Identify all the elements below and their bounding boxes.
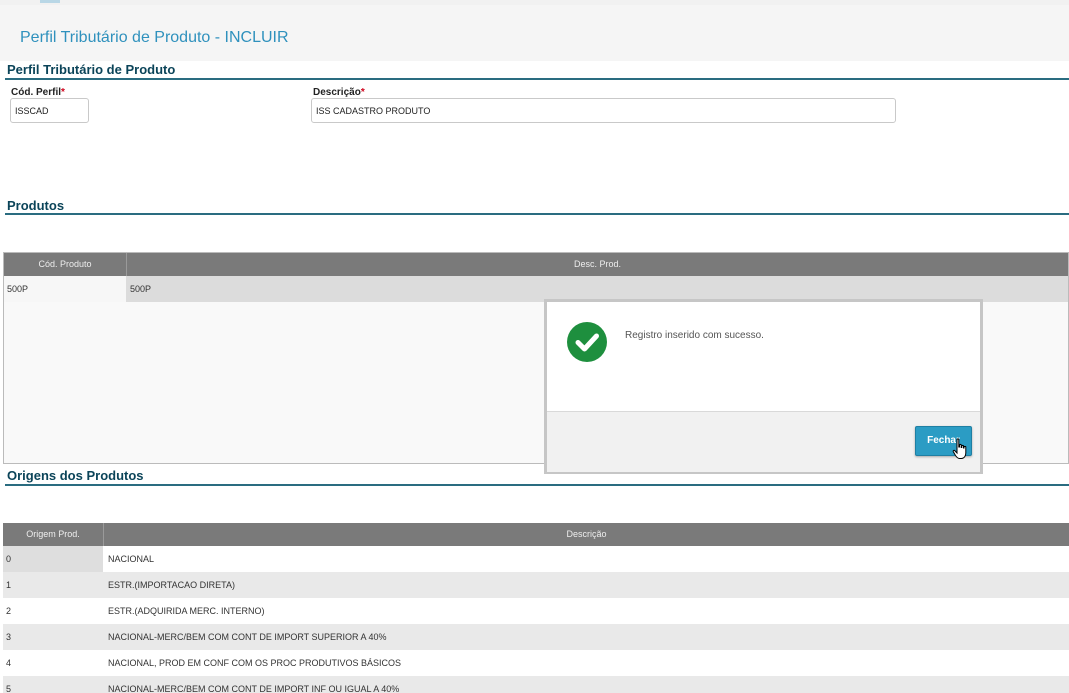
section-title-origens: Origens dos Produtos — [7, 468, 144, 483]
top-tab-indicator — [40, 0, 60, 3]
cell-descricao: NACIONAL, PROD EM CONF COM OS PROC PRODU… — [103, 650, 1069, 676]
cell-descricao: NACIONAL-MERC/BEM COM CONT DE IMPORT INF… — [103, 676, 1069, 693]
cell-cod-produto: 500P — [4, 276, 126, 302]
section-divider — [5, 78, 1069, 80]
col-header-descricao[interactable]: Descrição — [104, 523, 1069, 546]
required-mark: * — [360, 87, 365, 98]
section-divider — [5, 213, 1069, 215]
section-title-perfil: Perfil Tributário de Produto — [7, 62, 176, 77]
cell-origem: 0 — [3, 546, 103, 572]
cell-descricao: ESTR.(ADQUIRIDA MERC. INTERNO) — [103, 598, 1069, 624]
descricao-label-text: Descrição — [313, 87, 361, 98]
col-header-desc-prod[interactable]: Desc. Prod. — [127, 253, 1068, 276]
dialog-footer: Fechar — [547, 411, 980, 472]
page-title: Perfil Tributário de Produto - INCLUIR — [20, 29, 289, 46]
success-dialog: Registro inserido com sucesso. Fechar — [544, 299, 983, 474]
table-row[interactable]: 0 NACIONAL — [3, 546, 1069, 572]
table-row[interactable]: 5 NACIONAL-MERC/BEM COM CONT DE IMPORT I… — [3, 676, 1069, 693]
cell-descricao: NACIONAL-MERC/BEM COM CONT DE IMPORT SUP… — [103, 624, 1069, 650]
page-header: Perfil Tributário de Produto - INCLUIR — [0, 5, 1069, 61]
cell-origem: 2 — [3, 598, 103, 624]
cell-origem: 5 — [3, 676, 103, 693]
section-divider — [5, 484, 1069, 486]
success-check-icon — [567, 322, 607, 362]
dialog-message: Registro inserido com sucesso. — [625, 330, 764, 341]
col-header-origem-prod[interactable]: Origem Prod. — [3, 523, 103, 546]
required-mark: * — [61, 87, 65, 98]
cell-origem: 3 — [3, 624, 103, 650]
table-row[interactable]: 1 ESTR.(IMPORTACAO DIRETA) — [3, 572, 1069, 598]
cell-descricao: NACIONAL — [103, 546, 1069, 572]
hand-cursor-icon — [952, 438, 968, 460]
section-title-produtos: Produtos — [7, 198, 65, 213]
cell-origem: 4 — [3, 650, 103, 676]
cell-origem: 1 — [3, 572, 103, 598]
col-header-cod-produto[interactable]: Cód. Produto — [4, 253, 126, 276]
table-row[interactable]: 4 NACIONAL, PROD EM CONF COM OS PROC PRO… — [3, 650, 1069, 676]
origens-grid-header: Origem Prod. Descrição — [3, 523, 1069, 546]
descricao-input[interactable]: ISS CADASTRO PRODUTO — [311, 98, 896, 123]
table-row[interactable]: 2 ESTR.(ADQUIRIDA MERC. INTERNO) — [3, 598, 1069, 624]
cell-descricao: ESTR.(IMPORTACAO DIRETA) — [103, 572, 1069, 598]
descricao-label: Descrição* — [313, 87, 365, 98]
table-row[interactable]: 3 NACIONAL-MERC/BEM COM CONT DE IMPORT S… — [3, 624, 1069, 650]
cod-perfil-label-text: Cód. Perfil — [11, 87, 62, 98]
grid-header: Cód. Produto Desc. Prod. — [4, 253, 1068, 276]
cod-perfil-input[interactable]: ISSCAD — [10, 98, 89, 123]
cod-perfil-label: Cód. Perfil* — [11, 87, 65, 98]
